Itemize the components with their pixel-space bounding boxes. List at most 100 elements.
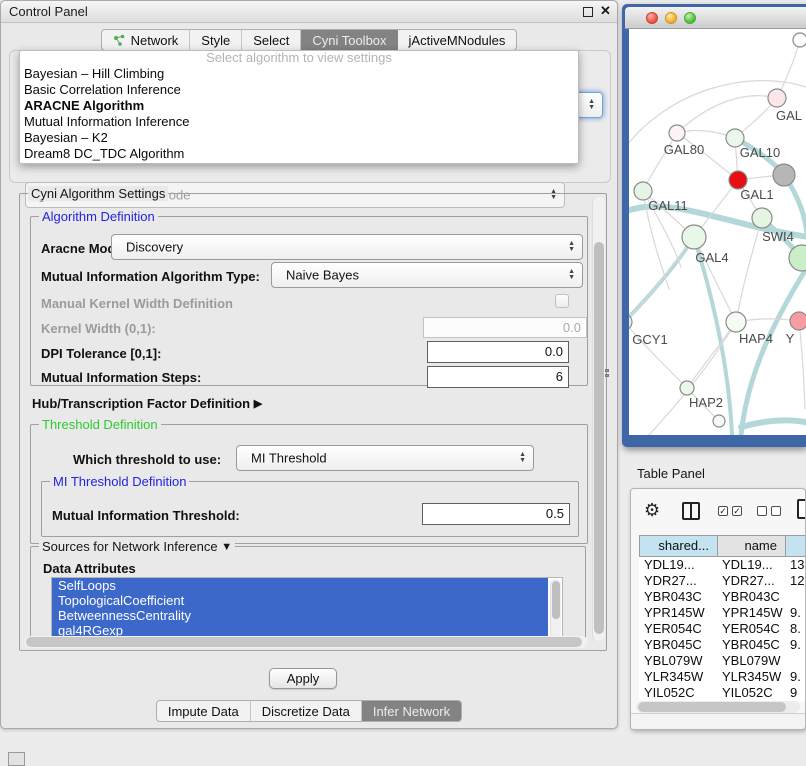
network-edge[interactable] [741, 420, 806, 427]
apply-button[interactable]: Apply [269, 668, 337, 689]
sources-group: Sources for Network Inference ▼ Data Att… [30, 546, 586, 646]
checked-checkbox-icon[interactable]: ✓ [718, 506, 728, 516]
network-node[interactable] [713, 415, 725, 427]
network-window-titlebar[interactable] [625, 7, 806, 29]
partial-toolbar-icon[interactable] [797, 499, 806, 519]
node-label: GAL10 [740, 145, 780, 160]
network-edge[interactable] [799, 321, 805, 409]
algorithm-option[interactable]: Basic Correlation Inference [20, 82, 578, 98]
tab-network-label: Network [131, 33, 179, 48]
popup-item-list: Bayesian – Hill ClimbingBasic Correlatio… [20, 66, 578, 162]
tab-jactivemnodules[interactable]: jActiveMNodules [398, 30, 517, 50]
tab-network[interactable]: Network [102, 30, 191, 50]
table-row[interactable]: YDR27...YDR27...12 [639, 573, 806, 589]
table-row[interactable]: YER054CYER054C8. [639, 621, 806, 637]
close-icon[interactable]: ✕ [600, 3, 611, 19]
tab-cyni-toolbox[interactable]: Cyni Toolbox [301, 30, 397, 50]
dock-panel-icon[interactable] [8, 752, 25, 766]
table-row[interactable]: YIL052CYIL052C9 [639, 685, 806, 701]
which-threshold-label: Which threshold to use: [73, 452, 221, 467]
algorithm-option[interactable]: ARACNE Algorithm [20, 98, 578, 114]
table-panel-title: Table Panel [637, 466, 705, 481]
network-node[interactable] [752, 208, 772, 228]
table-row[interactable]: YBL079WYBL079W [639, 653, 806, 669]
close-traffic-light-icon[interactable] [646, 12, 658, 24]
hub-definition-expander[interactable]: Hub/Transcription Factor Definition ▶ [32, 396, 262, 411]
network-canvas[interactable]: GALGAL80GAL10GAL1GAL11SWI4GAL4GCY1HAP4YH… [629, 29, 806, 435]
network-edge[interactable] [736, 218, 762, 322]
table-cell: YDL19... [717, 557, 785, 573]
attribute-item-selected[interactable]: SelfLoops [52, 578, 548, 593]
column-header[interactable]: name [718, 536, 786, 556]
table-row[interactable]: YDL19...YDL19...13 [639, 557, 806, 573]
group-title: MI Threshold Definition [50, 474, 189, 489]
algorithm-option[interactable]: Dream8 DC_TDC Algorithm [20, 146, 578, 162]
zoom-traffic-light-icon[interactable] [684, 12, 696, 24]
table-row[interactable]: YPR145WYPR145W9. [639, 605, 806, 621]
float-window-icon[interactable] [583, 7, 593, 17]
minimize-traffic-light-icon[interactable] [665, 12, 677, 24]
columns-icon[interactable] [682, 502, 700, 520]
mi-type-combobox[interactable]: Naive Bayes ▲▼ [271, 262, 583, 288]
tab-discretize-data[interactable]: Discretize Data [251, 701, 362, 721]
kernel-width-field[interactable]: 0.0 [423, 317, 587, 338]
combo-arrows-icon: ▲▼ [568, 269, 575, 281]
algorithm-option[interactable]: Mutual Information Inference [20, 114, 578, 130]
node-label: GAL11 [648, 198, 688, 213]
tab-style[interactable]: Style [190, 30, 242, 50]
tab-select[interactable]: Select [242, 30, 301, 50]
settings-horizontal-scrollbar[interactable] [24, 636, 588, 648]
network-view-window: GALGAL80GAL10GAL1GAL11SWI4GAL4GCY1HAP4YH… [622, 4, 806, 447]
mi-type-value: Naive Bayes [286, 268, 359, 283]
column-header[interactable]: shared... [640, 536, 718, 556]
settings-vertical-scrollbar[interactable] [592, 197, 605, 641]
network-node[interactable] [726, 312, 746, 332]
table-row[interactable]: YBR045CYBR045C9. [639, 637, 806, 653]
data-attributes-label: Data Attributes [43, 561, 136, 576]
network-node[interactable] [682, 225, 706, 249]
network-node[interactable] [773, 164, 795, 186]
network-node[interactable] [793, 33, 806, 47]
mi-threshold-field[interactable]: 0.5 [422, 503, 570, 525]
tab-impute-data[interactable]: Impute Data [157, 701, 251, 721]
table-header-row: shared...nameA [639, 535, 806, 557]
mi-steps-field[interactable]: 6 [427, 366, 569, 388]
table-cell: YPR145W [639, 605, 717, 621]
network-node[interactable] [669, 125, 685, 141]
algorithm-option[interactable]: Bayesian – Hill Climbing [20, 66, 578, 82]
table-row[interactable]: YLR345WYLR345W9. [639, 669, 806, 685]
checked-checkbox-icon[interactable]: ✓ [732, 506, 742, 516]
panel-title: Control Panel [9, 4, 88, 19]
expand-right-icon: ▶ [254, 398, 262, 410]
attribute-item-selected[interactable]: BetweennessCentrality [52, 608, 548, 623]
which-threshold-combobox[interactable]: MI Threshold ▲▼ [236, 445, 534, 471]
network-edge[interactable] [741, 269, 806, 435]
tab-infer-network[interactable]: Infer Network [362, 701, 461, 721]
gear-icon[interactable]: ⚙ [644, 500, 660, 521]
dpi-tolerance-field[interactable]: 0.0 [427, 341, 569, 363]
collapse-down-icon[interactable]: ▼ [221, 541, 232, 553]
mi-threshold-group: MI Threshold Definition Mutual Informati… [41, 481, 579, 537]
attribute-item-selected[interactable]: TopologicalCoefficient [52, 593, 548, 608]
table-cell: YDR27... [717, 573, 785, 589]
manual-kernel-checkbox[interactable] [555, 294, 569, 308]
panel-divider-grip[interactable] [605, 369, 611, 378]
network-node[interactable] [768, 89, 786, 107]
table-cell: YIL052C [639, 685, 717, 701]
algorithm-option[interactable]: Bayesian – K2 [20, 130, 578, 146]
table-cell: 12 [785, 573, 806, 589]
column-header[interactable]: A [786, 536, 806, 556]
list-scrollbar[interactable] [550, 579, 561, 639]
table-cell: YBL079W [717, 653, 785, 669]
table-horizontal-scrollbar[interactable] [636, 701, 800, 713]
network-node[interactable] [790, 312, 806, 330]
data-attributes-listbox[interactable]: SelfLoopsTopologicalCoefficientBetweenne… [51, 577, 563, 641]
table-cell: YER054C [639, 621, 717, 637]
unchecked-checkbox-icon[interactable] [757, 506, 767, 516]
network-node[interactable] [680, 381, 694, 395]
table-row[interactable]: YBR043CYBR043C [639, 589, 806, 605]
algorithm-definition-group: Algorithm Definition Aracne Mode: Discov… [30, 216, 588, 386]
unchecked-checkbox-icon[interactable] [771, 506, 781, 516]
aracne-mode-combobox[interactable]: Discovery ▲▼ [111, 234, 583, 260]
group-title: Threshold Definition [39, 417, 161, 432]
